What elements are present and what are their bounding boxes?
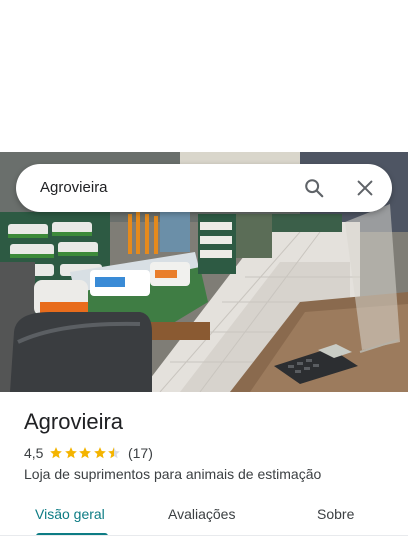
search-input[interactable]: Agrovieira bbox=[40, 179, 108, 196]
rating-value: 4,5 bbox=[24, 445, 44, 461]
tab-about[interactable]: Sobre bbox=[317, 506, 354, 522]
star-icon bbox=[50, 447, 63, 459]
rating-row[interactable]: 4,5 (17) bbox=[24, 445, 153, 461]
tab-reviews[interactable]: Avaliações bbox=[168, 506, 235, 522]
close-icon[interactable] bbox=[354, 177, 376, 199]
place-category[interactable]: Loja de suprimentos para animais de esti… bbox=[24, 466, 321, 482]
star-icon bbox=[94, 447, 106, 459]
half-star-icon bbox=[108, 447, 121, 459]
search-icon[interactable] bbox=[303, 177, 325, 199]
search-bar[interactable]: Agrovieira bbox=[16, 164, 392, 212]
place-tabs: Visão geral Avaliações Sobre bbox=[0, 496, 408, 536]
rating-stars bbox=[49, 446, 122, 460]
place-name: Agrovieira bbox=[24, 409, 124, 434]
tabs-divider bbox=[0, 535, 408, 536]
tab-overview[interactable]: Visão geral bbox=[35, 506, 105, 522]
star-icon bbox=[79, 447, 92, 459]
review-count[interactable]: (17) bbox=[128, 445, 153, 461]
star-icon bbox=[65, 447, 77, 459]
